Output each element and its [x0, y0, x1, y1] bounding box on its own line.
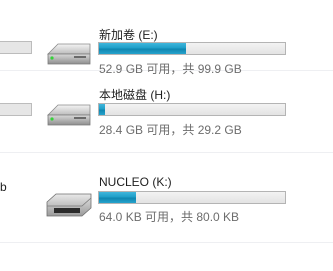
drive-free-space: 28.4 GB 可用，共 29.2 GB — [99, 123, 242, 137]
hard-drive-icon — [47, 43, 91, 65]
hard-drive-icon — [47, 104, 91, 126]
partial-drive-bar-1 — [0, 41, 32, 54]
drive-name: NUCLEO (K:) — [99, 175, 172, 189]
row-separator — [0, 242, 333, 243]
drive-free-space: 52.9 GB 可用，共 99.9 GB — [99, 62, 242, 76]
drive-free-space: 64.0 KB 可用，共 80.0 KB — [99, 210, 240, 224]
partial-drive-bar-2 — [0, 103, 32, 116]
usage-bar — [98, 191, 286, 204]
drive-name: 新加卷 (E:) — [99, 28, 158, 42]
usage-bar-fill — [99, 104, 105, 115]
usage-bar-fill — [99, 43, 187, 54]
removable-drive-icon — [46, 193, 92, 217]
usage-bar — [98, 103, 286, 116]
usage-bar-fill — [99, 192, 137, 203]
partial-label: b — [0, 180, 7, 194]
row-separator — [0, 152, 333, 153]
usage-bar — [98, 42, 286, 55]
drive-name: 本地磁盘 (H:) — [99, 88, 171, 102]
